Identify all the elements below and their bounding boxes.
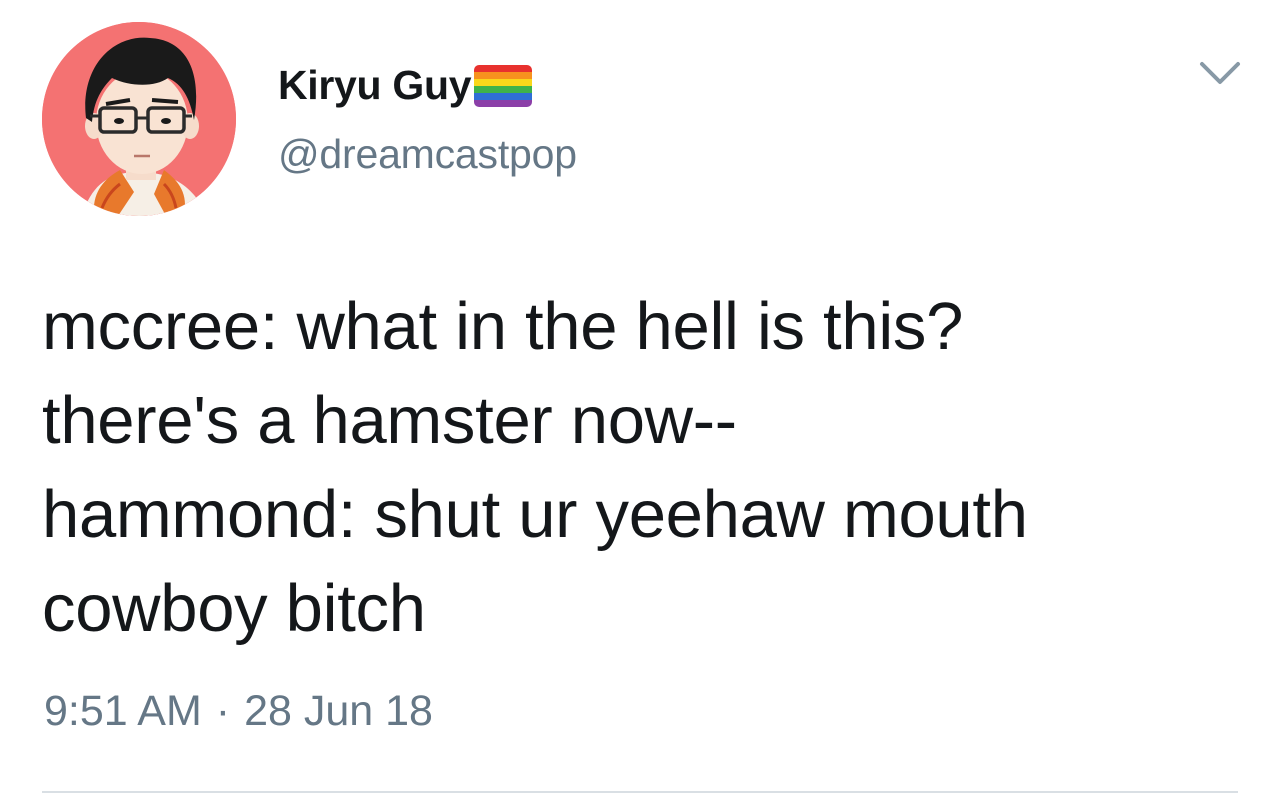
user-handle[interactable]: @dreamcastpop [278, 134, 577, 175]
tweet-date[interactable]: 28 Jun 18 [244, 690, 433, 733]
rainbow-flag-icon [474, 65, 533, 107]
tweet-text-line: mccree: what in the hell is this? [42, 289, 964, 364]
chevron-down-icon[interactable] [1198, 58, 1242, 90]
tweet-text-line: cowboy bitch [42, 571, 426, 646]
avatar[interactable] [42, 22, 236, 216]
tweet-time[interactable]: 9:51 AM [44, 690, 202, 733]
display-name-row[interactable]: Kiryu Guy [278, 56, 533, 114]
tweet-timestamp[interactable]: 9:51 AM · 28 Jun 18 [44, 690, 433, 733]
tweet-text-line: there's a hamster now-- [42, 383, 737, 458]
tweet-text: mccree: what in the hell is this? there'… [42, 280, 1242, 656]
meta-separator: · [215, 687, 231, 735]
avatar-illustration [42, 22, 236, 216]
tweet-text-line: hammond: shut ur yeehaw mouth [42, 477, 1028, 552]
tweet-card: Kiryu Guy @dreamcastpop mccree: what in … [0, 0, 1280, 811]
display-name[interactable]: Kiryu Guy [278, 64, 472, 106]
divider [42, 791, 1238, 793]
